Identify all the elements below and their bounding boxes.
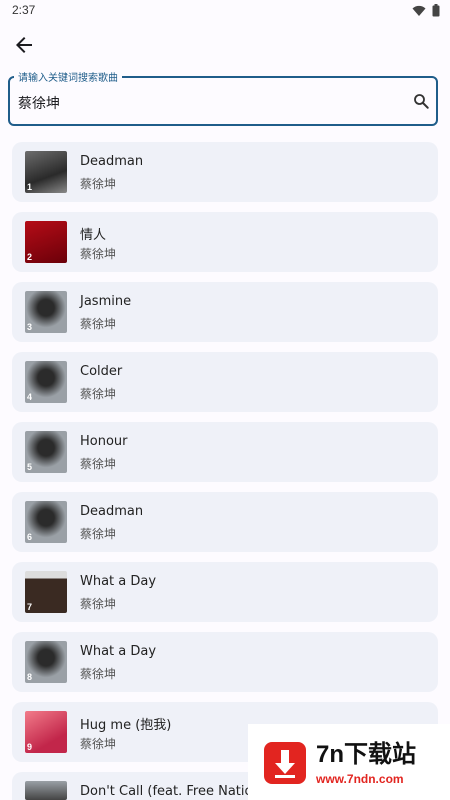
song-item[interactable]: 2 情人 蔡徐坤: [12, 212, 438, 272]
search-icon[interactable]: [412, 92, 430, 110]
album-cover: 3: [25, 291, 67, 333]
search-value[interactable]: 蔡徐坤: [18, 93, 60, 113]
album-cover: 7: [25, 571, 67, 613]
song-item[interactable]: 7 What a Day 蔡徐坤: [12, 562, 438, 622]
album-cover: 5: [25, 431, 67, 473]
download-logo-icon: [264, 742, 306, 784]
song-item[interactable]: 5 Honour 蔡徐坤: [12, 422, 438, 482]
song-item[interactable]: 8 What a Day 蔡徐坤: [12, 632, 438, 692]
song-title: Deadman: [80, 154, 144, 169]
song-artist: 蔡徐坤: [80, 527, 117, 541]
song-artist: 蔡徐坤: [80, 177, 117, 191]
song-artist: 蔡徐坤: [80, 387, 117, 401]
album-cover: 8: [25, 641, 67, 683]
promo-brand: 7n下载站: [316, 741, 417, 768]
song-title: Hug me (抱我): [80, 718, 172, 733]
status-bar: 2:37: [0, 0, 450, 22]
song-title: Deadman: [80, 504, 144, 519]
song-artist: 蔡徐坤: [80, 317, 117, 331]
promo-url: www.7ndn.com: [316, 772, 404, 786]
search-label: 请输入关键词搜索歌曲: [14, 69, 122, 84]
album-cover: [25, 781, 67, 800]
back-arrow-icon[interactable]: [12, 33, 36, 57]
song-item[interactable]: 3 Jasmine 蔡徐坤: [12, 282, 438, 342]
status-icons: [412, 4, 440, 17]
song-title: Colder: [80, 364, 123, 379]
wifi-icon: [412, 5, 426, 16]
song-artist: 蔡徐坤: [80, 247, 117, 261]
album-cover: 2: [25, 221, 67, 263]
song-item[interactable]: 6 Deadman 蔡徐坤: [12, 492, 438, 552]
promo-watermark: 7n下载站 www.7ndn.com: [248, 724, 450, 800]
song-artist: 蔡徐坤: [80, 457, 117, 471]
album-cover: 4: [25, 361, 67, 403]
song-title: 情人: [80, 228, 107, 243]
song-title: Honour: [80, 434, 128, 449]
album-cover: 9: [25, 711, 67, 753]
song-item[interactable]: 1 Deadman 蔡徐坤: [12, 142, 438, 202]
song-title: Jasmine: [80, 294, 132, 309]
album-cover: 6: [25, 501, 67, 543]
song-title: What a Day: [80, 574, 157, 589]
album-cover: 1: [25, 151, 67, 193]
status-time: 2:37: [12, 3, 36, 17]
battery-icon: [432, 4, 440, 17]
song-artist: 蔡徐坤: [80, 667, 117, 681]
song-item[interactable]: 4 Colder 蔡徐坤: [12, 352, 438, 412]
song-artist: 蔡徐坤: [80, 737, 117, 751]
song-artist: 蔡徐坤: [80, 597, 117, 611]
song-title: What a Day: [80, 644, 157, 659]
song-title: Don't Call (feat. Free Nation: [80, 784, 261, 799]
